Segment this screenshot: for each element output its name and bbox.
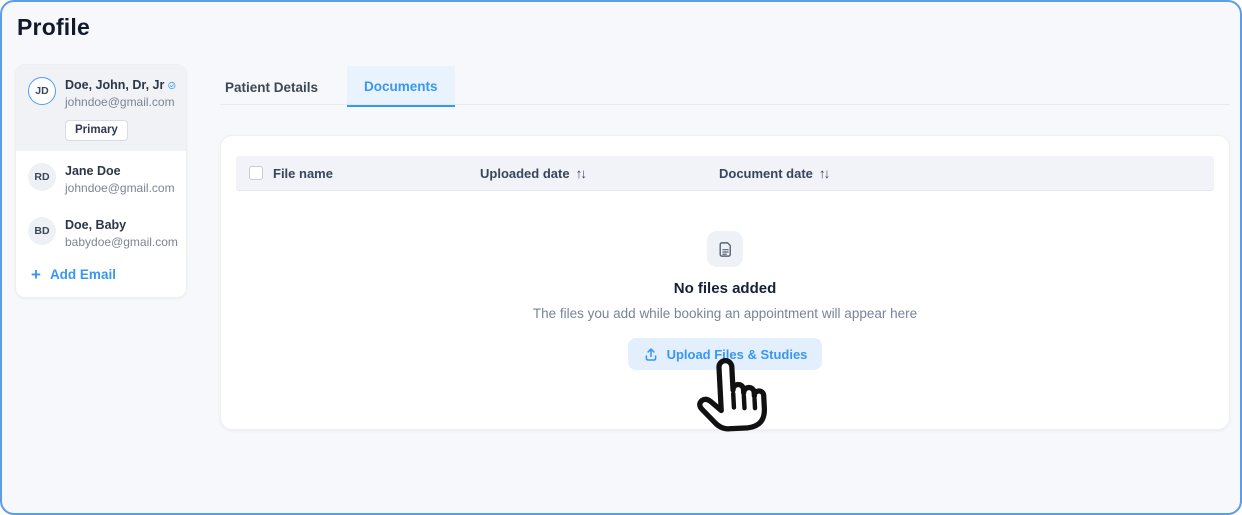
patient-name: Jane Doe: [65, 164, 121, 178]
patient-list-item-primary[interactable]: JD Doe, John, Dr, Jr johndoe@gmail.com P…: [16, 65, 186, 151]
patient-list-card: JD Doe, John, Dr, Jr johndoe@gmail.com P…: [15, 64, 187, 298]
page-title: Profile: [17, 14, 90, 41]
empty-state-description: The files you add while booking an appoi…: [533, 306, 917, 321]
column-label: File name: [273, 166, 333, 181]
primary-status-badge: Primary: [65, 120, 128, 141]
sort-arrows-icon: ↑↓: [819, 166, 831, 181]
profile-tabs: Patient Details Documents: [220, 66, 455, 107]
empty-state-title: No files added: [674, 280, 777, 297]
column-label: Document date: [719, 166, 813, 181]
documents-table-header: File name Uploaded date ↑↓ Document date…: [236, 156, 1214, 191]
patient-info: Doe, Baby babydoe@gmail.com: [65, 217, 176, 249]
avatar: JD: [28, 77, 56, 105]
upload-button-label: Upload Files & Studies: [667, 347, 808, 362]
tab-documents[interactable]: Documents: [347, 66, 455, 107]
column-file-name: File name: [249, 166, 480, 181]
upload-files-button[interactable]: Upload Files & Studies: [628, 338, 823, 370]
tab-patient-details[interactable]: Patient Details: [220, 66, 323, 107]
avatar: RD: [28, 163, 56, 191]
avatar: BD: [28, 217, 56, 245]
patient-list-item[interactable]: RD Jane Doe johndoe@gmail.com: [16, 151, 186, 205]
patient-row: JD Doe, John, Dr, Jr johndoe@gmail.com: [16, 65, 186, 119]
plus-icon: +: [31, 268, 41, 282]
empty-state: No files added The files you add while b…: [221, 231, 1229, 370]
patient-name: Doe, Baby: [65, 218, 126, 232]
patient-name: Doe, John, Dr, Jr: [65, 78, 164, 92]
add-email-button[interactable]: + Add Email: [16, 259, 128, 297]
patient-email: johndoe@gmail.com: [65, 181, 175, 195]
profile-window: Profile JD Doe, John, Dr, Jr johndoe@gma…: [0, 0, 1242, 515]
patient-info: Jane Doe johndoe@gmail.com: [65, 163, 175, 195]
add-email-label: Add Email: [50, 267, 116, 282]
document-icon: [717, 241, 734, 258]
column-document-date[interactable]: Document date ↑↓: [719, 166, 830, 181]
patient-info: Doe, John, Dr, Jr johndoe@gmail.com: [65, 77, 176, 109]
sort-arrows-icon: ↑↓: [576, 166, 588, 181]
tabs-divider: [220, 104, 1230, 105]
documents-panel: File name Uploaded date ↑↓ Document date…: [220, 135, 1230, 430]
column-uploaded-date[interactable]: Uploaded date ↑↓: [480, 166, 719, 181]
column-label: Uploaded date: [480, 166, 570, 181]
select-all-checkbox[interactable]: [249, 166, 263, 180]
patient-email: johndoe@gmail.com: [65, 95, 176, 109]
patient-list-item[interactable]: BD Doe, Baby babydoe@gmail.com: [16, 205, 186, 259]
verified-badge-icon: [168, 79, 176, 92]
upload-icon: [643, 346, 659, 362]
patient-email: babydoe@gmail.com: [65, 235, 176, 249]
file-icon-box: [707, 231, 743, 267]
